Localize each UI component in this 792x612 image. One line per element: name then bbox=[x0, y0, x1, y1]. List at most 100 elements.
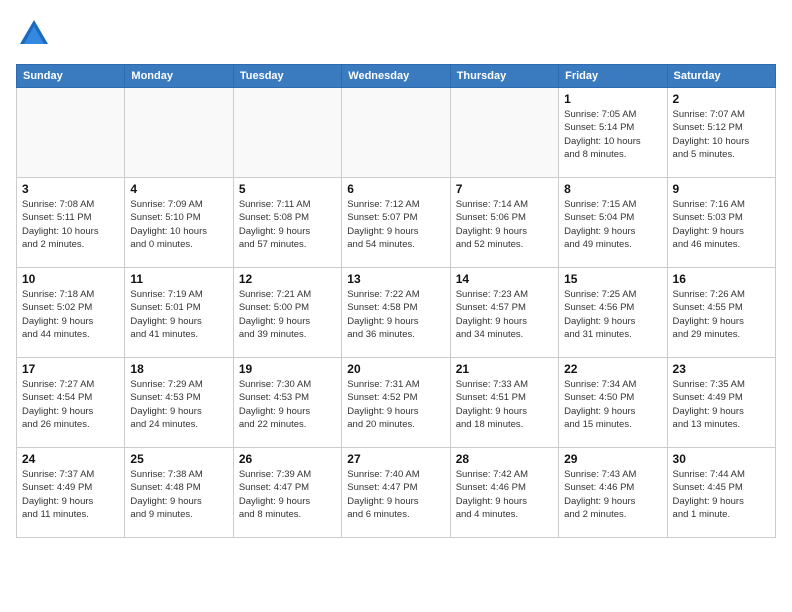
day-info: Sunrise: 7:05 AM Sunset: 5:14 PM Dayligh… bbox=[564, 108, 661, 161]
day-info: Sunrise: 7:26 AM Sunset: 4:55 PM Dayligh… bbox=[673, 288, 770, 341]
page-header bbox=[16, 16, 776, 52]
day-info: Sunrise: 7:39 AM Sunset: 4:47 PM Dayligh… bbox=[239, 468, 336, 521]
day-info: Sunrise: 7:16 AM Sunset: 5:03 PM Dayligh… bbox=[673, 198, 770, 251]
day-cell: 3 Sunrise: 7:08 AM Sunset: 5:11 PM Daylig… bbox=[17, 178, 125, 268]
day-cell: 14 Sunrise: 7:23 AM Sunset: 4:57 PM Dayli… bbox=[450, 268, 558, 358]
day-cell: 23 Sunrise: 7:35 AM Sunset: 4:49 PM Dayli… bbox=[667, 358, 775, 448]
day-info: Sunrise: 7:43 AM Sunset: 4:46 PM Dayligh… bbox=[564, 468, 661, 521]
day-info: Sunrise: 7:18 AM Sunset: 5:02 PM Dayligh… bbox=[22, 288, 119, 341]
day-number: 1 bbox=[564, 92, 661, 106]
day-number: 8 bbox=[564, 182, 661, 196]
weekday-header: Tuesday bbox=[233, 65, 341, 88]
day-info: Sunrise: 7:09 AM Sunset: 5:10 PM Dayligh… bbox=[130, 198, 227, 251]
day-number: 7 bbox=[456, 182, 553, 196]
weekday-header: Wednesday bbox=[342, 65, 450, 88]
day-number: 20 bbox=[347, 362, 444, 376]
logo bbox=[16, 16, 58, 52]
weekday-header: Sunday bbox=[17, 65, 125, 88]
day-info: Sunrise: 7:30 AM Sunset: 4:53 PM Dayligh… bbox=[239, 378, 336, 431]
day-info: Sunrise: 7:38 AM Sunset: 4:48 PM Dayligh… bbox=[130, 468, 227, 521]
day-cell: 11Sunrise: 7:19 AM Sunset: 5:01 PM Dayli… bbox=[125, 268, 233, 358]
day-info: Sunrise: 7:07 AM Sunset: 5:12 PM Dayligh… bbox=[673, 108, 770, 161]
day-info: Sunrise: 7:08 AM Sunset: 5:11 PM Dayligh… bbox=[22, 198, 119, 251]
day-cell bbox=[125, 88, 233, 178]
day-info: Sunrise: 7:14 AM Sunset: 5:06 PM Dayligh… bbox=[456, 198, 553, 251]
day-cell: 16Sunrise: 7:26 AM Sunset: 4:55 PM Dayli… bbox=[667, 268, 775, 358]
day-info: Sunrise: 7:33 AM Sunset: 4:51 PM Dayligh… bbox=[456, 378, 553, 431]
day-cell: 28 Sunrise: 7:42 AM Sunset: 4:46 PM Dayli… bbox=[450, 448, 558, 538]
day-cell: 20 Sunrise: 7:31 AM Sunset: 4:52 PM Dayli… bbox=[342, 358, 450, 448]
day-cell: 30 Sunrise: 7:44 AM Sunset: 4:45 PM Dayli… bbox=[667, 448, 775, 538]
day-cell: 21 Sunrise: 7:33 AM Sunset: 4:51 PM Dayli… bbox=[450, 358, 558, 448]
day-info: Sunrise: 7:35 AM Sunset: 4:49 PM Dayligh… bbox=[673, 378, 770, 431]
day-info: Sunrise: 7:22 AM Sunset: 4:58 PM Dayligh… bbox=[347, 288, 444, 341]
day-number: 3 bbox=[22, 182, 119, 196]
weekday-header: Monday bbox=[125, 65, 233, 88]
day-info: Sunrise: 7:37 AM Sunset: 4:49 PM Dayligh… bbox=[22, 468, 119, 521]
day-cell: 25Sunrise: 7:38 AM Sunset: 4:48 PM Dayli… bbox=[125, 448, 233, 538]
day-cell: 4 Sunrise: 7:09 AM Sunset: 5:10 PM Daylig… bbox=[125, 178, 233, 268]
day-info: Sunrise: 7:23 AM Sunset: 4:57 PM Dayligh… bbox=[456, 288, 553, 341]
day-info: Sunrise: 7:42 AM Sunset: 4:46 PM Dayligh… bbox=[456, 468, 553, 521]
day-number: 13 bbox=[347, 272, 444, 286]
day-cell: 15Sunrise: 7:25 AM Sunset: 4:56 PM Dayli… bbox=[559, 268, 667, 358]
day-info: Sunrise: 7:12 AM Sunset: 5:07 PM Dayligh… bbox=[347, 198, 444, 251]
day-info: Sunrise: 7:27 AM Sunset: 4:54 PM Dayligh… bbox=[22, 378, 119, 431]
day-cell bbox=[233, 88, 341, 178]
day-info: Sunrise: 7:21 AM Sunset: 5:00 PM Dayligh… bbox=[239, 288, 336, 341]
day-cell: 8 Sunrise: 7:15 AM Sunset: 5:04 PM Daylig… bbox=[559, 178, 667, 268]
day-cell: 17Sunrise: 7:27 AM Sunset: 4:54 PM Dayli… bbox=[17, 358, 125, 448]
day-info: Sunrise: 7:19 AM Sunset: 5:01 PM Dayligh… bbox=[130, 288, 227, 341]
day-number: 30 bbox=[673, 452, 770, 466]
day-cell: 5 Sunrise: 7:11 AM Sunset: 5:08 PM Daylig… bbox=[233, 178, 341, 268]
day-number: 22 bbox=[564, 362, 661, 376]
day-number: 18 bbox=[130, 362, 227, 376]
weekday-header-row: SundayMondayTuesdayWednesdayThursdayFrid… bbox=[17, 65, 776, 88]
day-cell: 7 Sunrise: 7:14 AM Sunset: 5:06 PM Daylig… bbox=[450, 178, 558, 268]
day-number: 23 bbox=[673, 362, 770, 376]
day-cell: 9 Sunrise: 7:16 AM Sunset: 5:03 PM Daylig… bbox=[667, 178, 775, 268]
day-info: Sunrise: 7:15 AM Sunset: 5:04 PM Dayligh… bbox=[564, 198, 661, 251]
day-number: 9 bbox=[673, 182, 770, 196]
day-info: Sunrise: 7:40 AM Sunset: 4:47 PM Dayligh… bbox=[347, 468, 444, 521]
week-row: 17Sunrise: 7:27 AM Sunset: 4:54 PM Dayli… bbox=[17, 358, 776, 448]
day-cell: 10 Sunrise: 7:18 AM Sunset: 5:02 PM Dayli… bbox=[17, 268, 125, 358]
day-info: Sunrise: 7:44 AM Sunset: 4:45 PM Dayligh… bbox=[673, 468, 770, 521]
day-number: 10 bbox=[22, 272, 119, 286]
day-info: Sunrise: 7:25 AM Sunset: 4:56 PM Dayligh… bbox=[564, 288, 661, 341]
day-cell: 12 Sunrise: 7:21 AM Sunset: 5:00 PM Dayli… bbox=[233, 268, 341, 358]
day-cell: 1 Sunrise: 7:05 AM Sunset: 5:14 PM Daylig… bbox=[559, 88, 667, 178]
day-info: Sunrise: 7:11 AM Sunset: 5:08 PM Dayligh… bbox=[239, 198, 336, 251]
week-row: 3 Sunrise: 7:08 AM Sunset: 5:11 PM Daylig… bbox=[17, 178, 776, 268]
day-cell: 6 Sunrise: 7:12 AM Sunset: 5:07 PM Daylig… bbox=[342, 178, 450, 268]
weekday-header: Friday bbox=[559, 65, 667, 88]
day-cell: 29 Sunrise: 7:43 AM Sunset: 4:46 PM Dayli… bbox=[559, 448, 667, 538]
day-cell: 27 Sunrise: 7:40 AM Sunset: 4:47 PM Dayli… bbox=[342, 448, 450, 538]
day-cell: 2 Sunrise: 7:07 AM Sunset: 5:12 PM Daylig… bbox=[667, 88, 775, 178]
day-cell: 22 Sunrise: 7:34 AM Sunset: 4:50 PM Dayli… bbox=[559, 358, 667, 448]
day-number: 2 bbox=[673, 92, 770, 106]
day-number: 28 bbox=[456, 452, 553, 466]
week-row: 24 Sunrise: 7:37 AM Sunset: 4:49 PM Dayli… bbox=[17, 448, 776, 538]
day-info: Sunrise: 7:34 AM Sunset: 4:50 PM Dayligh… bbox=[564, 378, 661, 431]
day-number: 29 bbox=[564, 452, 661, 466]
day-cell bbox=[342, 88, 450, 178]
day-number: 27 bbox=[347, 452, 444, 466]
day-cell: 13 Sunrise: 7:22 AM Sunset: 4:58 PM Dayli… bbox=[342, 268, 450, 358]
day-info: Sunrise: 7:29 AM Sunset: 4:53 PM Dayligh… bbox=[130, 378, 227, 431]
day-number: 5 bbox=[239, 182, 336, 196]
week-row: 1 Sunrise: 7:05 AM Sunset: 5:14 PM Daylig… bbox=[17, 88, 776, 178]
day-number: 4 bbox=[130, 182, 227, 196]
day-cell bbox=[17, 88, 125, 178]
day-number: 6 bbox=[347, 182, 444, 196]
day-cell: 18 Sunrise: 7:29 AM Sunset: 4:53 PM Dayli… bbox=[125, 358, 233, 448]
day-number: 12 bbox=[239, 272, 336, 286]
day-info: Sunrise: 7:31 AM Sunset: 4:52 PM Dayligh… bbox=[347, 378, 444, 431]
day-cell: 26Sunrise: 7:39 AM Sunset: 4:47 PM Dayli… bbox=[233, 448, 341, 538]
day-number: 24 bbox=[22, 452, 119, 466]
calendar: SundayMondayTuesdayWednesdayThursdayFrid… bbox=[16, 64, 776, 538]
day-number: 21 bbox=[456, 362, 553, 376]
day-number: 14 bbox=[456, 272, 553, 286]
weekday-header: Thursday bbox=[450, 65, 558, 88]
day-cell: 19Sunrise: 7:30 AM Sunset: 4:53 PM Dayli… bbox=[233, 358, 341, 448]
